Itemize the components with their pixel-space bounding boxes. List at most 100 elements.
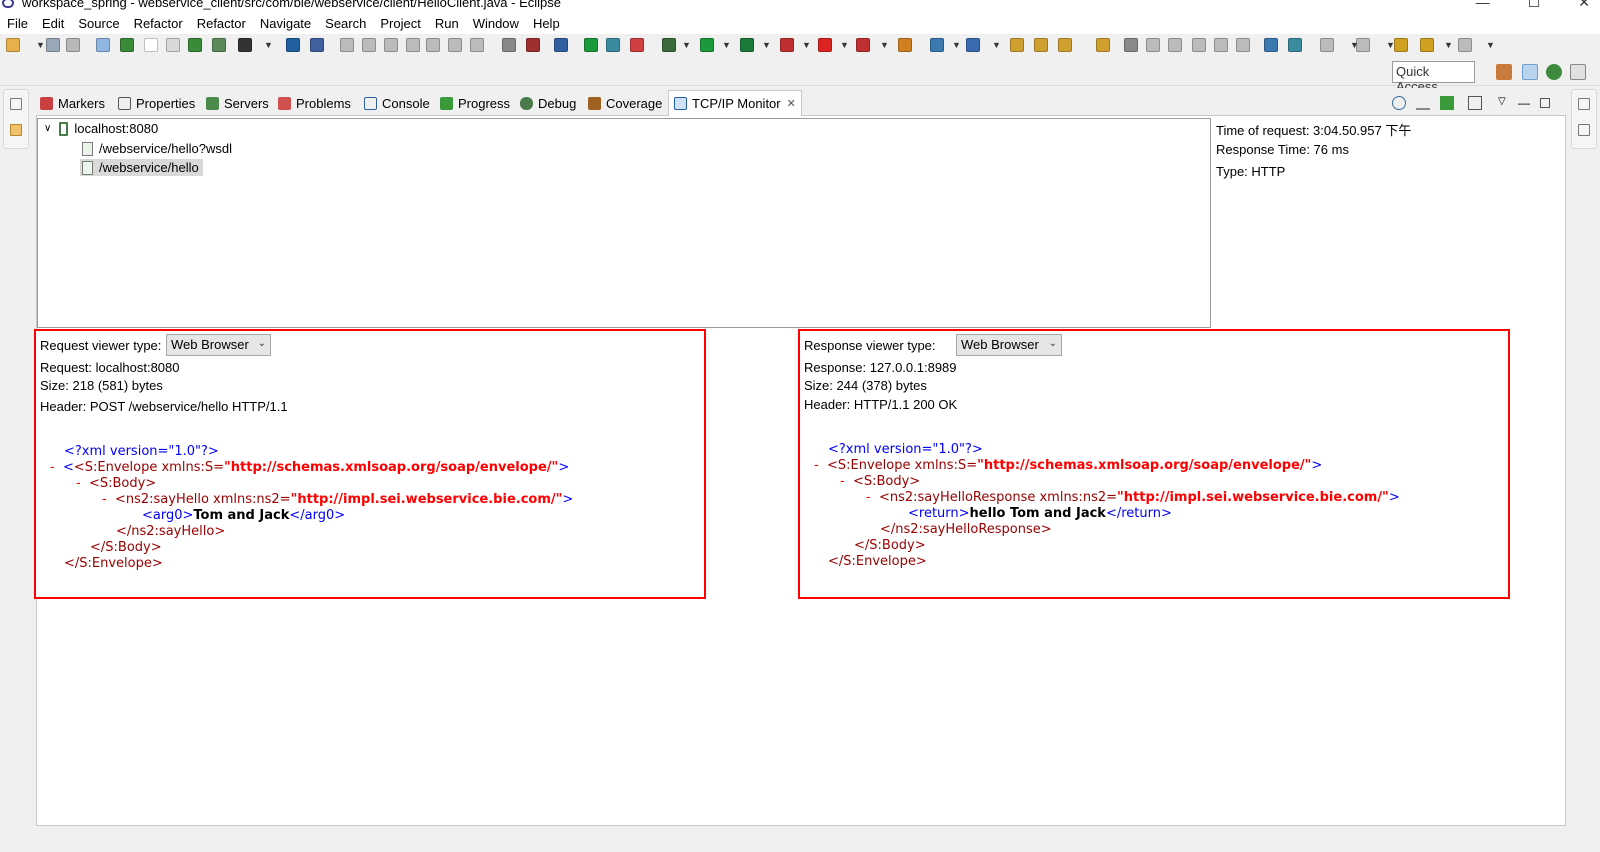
toggle-icon[interactable] bbox=[606, 38, 620, 52]
close-tab-icon[interactable]: ✕ bbox=[787, 97, 796, 110]
link-editor-icon[interactable] bbox=[96, 38, 110, 52]
collapse-toggle[interactable]: - bbox=[50, 460, 55, 475]
open-type-icon[interactable] bbox=[144, 38, 158, 52]
collapse-toggle[interactable]: - bbox=[102, 492, 107, 507]
dropdown-arrow-icon[interactable]: ▼ bbox=[1486, 40, 1495, 50]
tab-problems[interactable]: Problems bbox=[278, 93, 351, 113]
tree-root[interactable]: ∨ localhost:8080 bbox=[44, 121, 158, 136]
tab-coverage[interactable]: Coverage bbox=[588, 93, 662, 113]
hierarchy-icon[interactable] bbox=[120, 38, 134, 52]
dropdown-arrow-icon[interactable]: ▼ bbox=[880, 40, 889, 50]
forward-icon[interactable] bbox=[1458, 38, 1472, 52]
maximize-view-icon[interactable] bbox=[1540, 98, 1550, 108]
save-all-icon[interactable] bbox=[66, 38, 80, 52]
dropdown-arrow-icon[interactable]: ▼ bbox=[802, 40, 811, 50]
tab-debug[interactable]: Debug bbox=[520, 93, 576, 113]
sort-icon[interactable] bbox=[1440, 96, 1454, 110]
minimize-button[interactable]: — bbox=[1476, 0, 1490, 11]
properties-toolbar-icon[interactable] bbox=[1468, 96, 1482, 110]
java-perspective-icon[interactable] bbox=[1570, 64, 1586, 80]
collapse-toggle[interactable]: - bbox=[840, 474, 845, 489]
clear-icon[interactable] bbox=[1416, 96, 1430, 110]
block-icon[interactable] bbox=[1236, 38, 1250, 52]
restore-icon[interactable] bbox=[1578, 98, 1590, 110]
folder-icon[interactable] bbox=[1096, 38, 1110, 52]
new-server-icon[interactable] bbox=[188, 38, 202, 52]
dropdown-arrow-icon[interactable]: ▼ bbox=[682, 40, 691, 50]
menu-refactor[interactable]: Refactor bbox=[134, 16, 183, 31]
tab-markers[interactable]: Markers bbox=[40, 93, 105, 113]
open-folder-icon[interactable] bbox=[1010, 38, 1024, 52]
debug-toolbar-icon[interactable] bbox=[662, 38, 676, 52]
last-edit-icon[interactable] bbox=[1394, 38, 1408, 52]
external-run-icon[interactable] bbox=[856, 38, 870, 52]
suspend-icon[interactable] bbox=[362, 38, 376, 52]
refresh-icon[interactable] bbox=[1168, 38, 1182, 52]
new-class-icon[interactable] bbox=[966, 38, 980, 52]
open-perspective-icon[interactable] bbox=[1496, 64, 1512, 80]
rocket-icon[interactable] bbox=[1058, 38, 1072, 52]
dropdown-arrow-icon[interactable]: ▼ bbox=[1386, 40, 1395, 50]
open-resource-icon[interactable] bbox=[166, 38, 180, 52]
package-explorer-icon[interactable] bbox=[10, 124, 22, 136]
menu-help[interactable]: Help bbox=[533, 16, 560, 31]
sync-icon[interactable] bbox=[630, 38, 644, 52]
step-over-icon[interactable] bbox=[448, 38, 462, 52]
new-package-icon[interactable] bbox=[930, 38, 944, 52]
request-viewer-type-select[interactable]: Web Browser ⌄ bbox=[166, 334, 271, 356]
tab-console[interactable]: Console bbox=[364, 93, 430, 113]
back-icon[interactable] bbox=[1420, 38, 1434, 52]
dropdown-arrow-icon[interactable]: ▼ bbox=[992, 40, 1001, 50]
dropdown-arrow-icon[interactable]: ▼ bbox=[952, 40, 961, 50]
step-into-icon[interactable] bbox=[426, 38, 440, 52]
dropdown-arrow-icon[interactable]: ▼ bbox=[762, 40, 771, 50]
view-menu-icon[interactable]: ▽ bbox=[1498, 96, 1512, 110]
chevron-down-icon[interactable]: ∨ bbox=[44, 123, 51, 134]
menu-window[interactable]: Window bbox=[473, 16, 519, 31]
debug-perspective-icon[interactable] bbox=[1546, 64, 1562, 80]
dropdown-arrow-icon[interactable]: ▼ bbox=[264, 40, 273, 50]
response-viewer-type-select[interactable]: Web Browser ⌄ bbox=[956, 334, 1062, 356]
annotation-icon[interactable] bbox=[1124, 38, 1138, 52]
menu-search[interactable]: Search bbox=[325, 16, 366, 31]
save-icon[interactable] bbox=[46, 38, 60, 52]
tab-progress[interactable]: Progress bbox=[440, 93, 510, 113]
resume-icon[interactable] bbox=[340, 38, 354, 52]
stop-icon[interactable] bbox=[818, 38, 832, 52]
dropdown-arrow-icon[interactable]: ▼ bbox=[1350, 40, 1359, 50]
profile-icon[interactable] bbox=[780, 38, 794, 52]
comment-icon[interactable] bbox=[1214, 38, 1228, 52]
tab-tcpip-monitor[interactable]: TCP/IP Monitor ✕ bbox=[668, 90, 802, 116]
tab-properties[interactable]: Properties bbox=[118, 93, 195, 113]
format-icon[interactable] bbox=[1192, 38, 1206, 52]
collapse-toggle[interactable]: - bbox=[814, 458, 819, 473]
menu-source[interactable]: Source bbox=[78, 16, 119, 31]
next-annotation-icon[interactable] bbox=[1320, 38, 1334, 52]
outline-icon[interactable] bbox=[1578, 124, 1590, 136]
menu-edit[interactable]: Edit bbox=[42, 16, 64, 31]
coverage-toolbar-icon[interactable] bbox=[740, 38, 754, 52]
dropdown-arrow-icon[interactable]: ▼ bbox=[36, 40, 45, 50]
console-toolbar-icon[interactable] bbox=[286, 38, 300, 52]
step-return-icon[interactable] bbox=[470, 38, 484, 52]
tree-item-wsdl[interactable]: /webservice/hello?wsdl bbox=[82, 141, 232, 156]
compare-icon[interactable] bbox=[1288, 38, 1302, 52]
quick-access-field[interactable]: Quick Access bbox=[1392, 61, 1475, 94]
terminate-icon[interactable] bbox=[384, 38, 398, 52]
external-tools-icon[interactable] bbox=[554, 38, 568, 52]
minimize-view-icon[interactable]: — bbox=[1518, 96, 1532, 110]
dropdown-arrow-icon[interactable]: ▼ bbox=[840, 40, 849, 50]
disconnect-icon[interactable] bbox=[406, 38, 420, 52]
new-java-project-icon[interactable] bbox=[898, 38, 912, 52]
user-icon[interactable] bbox=[238, 38, 252, 52]
open-project-icon[interactable] bbox=[1034, 38, 1048, 52]
menu-navigate[interactable]: Navigate bbox=[260, 16, 311, 31]
collapse-toggle[interactable]: - bbox=[76, 476, 81, 491]
menu-file[interactable]: File bbox=[7, 16, 28, 31]
tree-item-hello-selected[interactable]: /webservice/hello bbox=[80, 159, 203, 176]
java-ee-perspective-icon[interactable] bbox=[1522, 64, 1538, 80]
pin-icon[interactable] bbox=[1146, 38, 1160, 52]
globe-icon[interactable] bbox=[1264, 38, 1278, 52]
start-server-icon[interactable] bbox=[584, 38, 598, 52]
use-step-filters-icon[interactable] bbox=[526, 38, 540, 52]
